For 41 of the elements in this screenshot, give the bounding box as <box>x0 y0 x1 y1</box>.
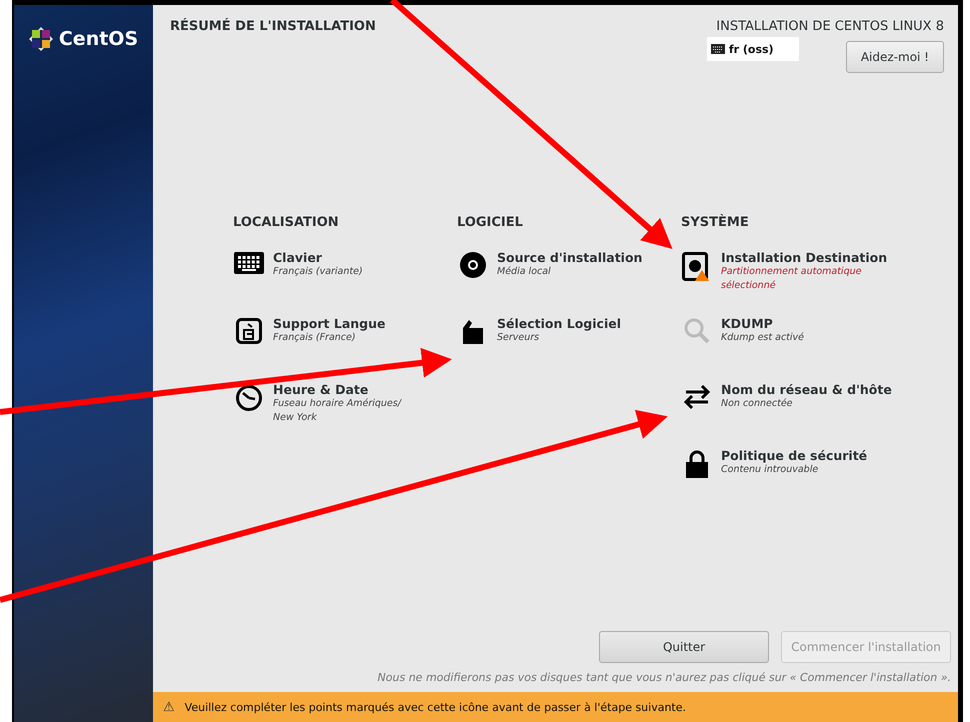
spoke-title[interactable]: Politique de sécurité <box>721 448 871 463</box>
spoke-title[interactable]: Nom du réseau & d'hôte <box>721 382 892 397</box>
spoke-status: Serveurs <box>497 331 540 345</box>
logo-text: CentOS <box>58 28 138 50</box>
keyboard-icon <box>710 44 725 54</box>
product-title: INSTALLATION DE CENTOS LINUX 8 <box>716 19 944 34</box>
spoke-title[interactable]: KDUMP <box>721 316 871 331</box>
spoke-title[interactable]: Clavier <box>273 250 423 265</box>
spoke-title[interactable]: Sélection Logiciel <box>497 316 647 331</box>
section-heading: SYSTÈME <box>681 215 750 230</box>
quit-button[interactable]: Quitter <box>599 631 769 663</box>
logo-icon <box>28 27 53 51</box>
package-icon <box>463 318 483 344</box>
spoke-status: Partitionnement automatique sélectionné <box>721 265 862 293</box>
page-title: RÉSUMÉ DE L'INSTALLATION <box>170 19 376 36</box>
section-heading: LOCALISATION <box>233 215 340 230</box>
spoke-status: Français (variante) <box>273 265 364 279</box>
disk-notice: Nous ne modifierons pas vos disques tant que vous n'aurez pas cliqué sur « Commencer l'installation ». <box>378 671 951 684</box>
section-heading: LOGICIEL <box>457 215 524 230</box>
keyboard-layout-indicator[interactable]: fr (oss) <box>706 37 799 61</box>
spoke-status: Non connectée <box>721 397 794 411</box>
language-icon <box>236 318 262 344</box>
search-icon <box>684 318 710 344</box>
spoke-title[interactable]: Heure & Date <box>273 382 423 397</box>
spoke-status: Contenu introuvable <box>721 463 820 477</box>
spoke-title[interactable]: Installation Destination <box>721 250 888 265</box>
spoke-status: Kdump est activé <box>721 331 805 345</box>
help-button[interactable]: Aidez-moi ! <box>846 41 944 73</box>
lock-icon <box>685 450 709 478</box>
warning-message: Veuillez compléter les points marqués avec cette icône avant de passer à l'étape suivante. <box>184 700 686 714</box>
spoke-status: Fuseau horaire Amériques/ New York <box>273 397 403 425</box>
spoke-title[interactable]: Source d'installation <box>497 250 647 265</box>
spoke-title[interactable]: Support Langue <box>273 316 423 331</box>
hard-drive-icon <box>682 252 712 282</box>
arrows-icon <box>682 384 712 410</box>
keyboard-icon <box>234 252 264 274</box>
spoke-status: Français (France) <box>273 331 357 345</box>
warning-icon: ⚠ <box>163 700 175 714</box>
spoke-status: Média local <box>497 265 552 279</box>
clock-icon <box>235 384 263 412</box>
disc-icon <box>460 252 486 278</box>
